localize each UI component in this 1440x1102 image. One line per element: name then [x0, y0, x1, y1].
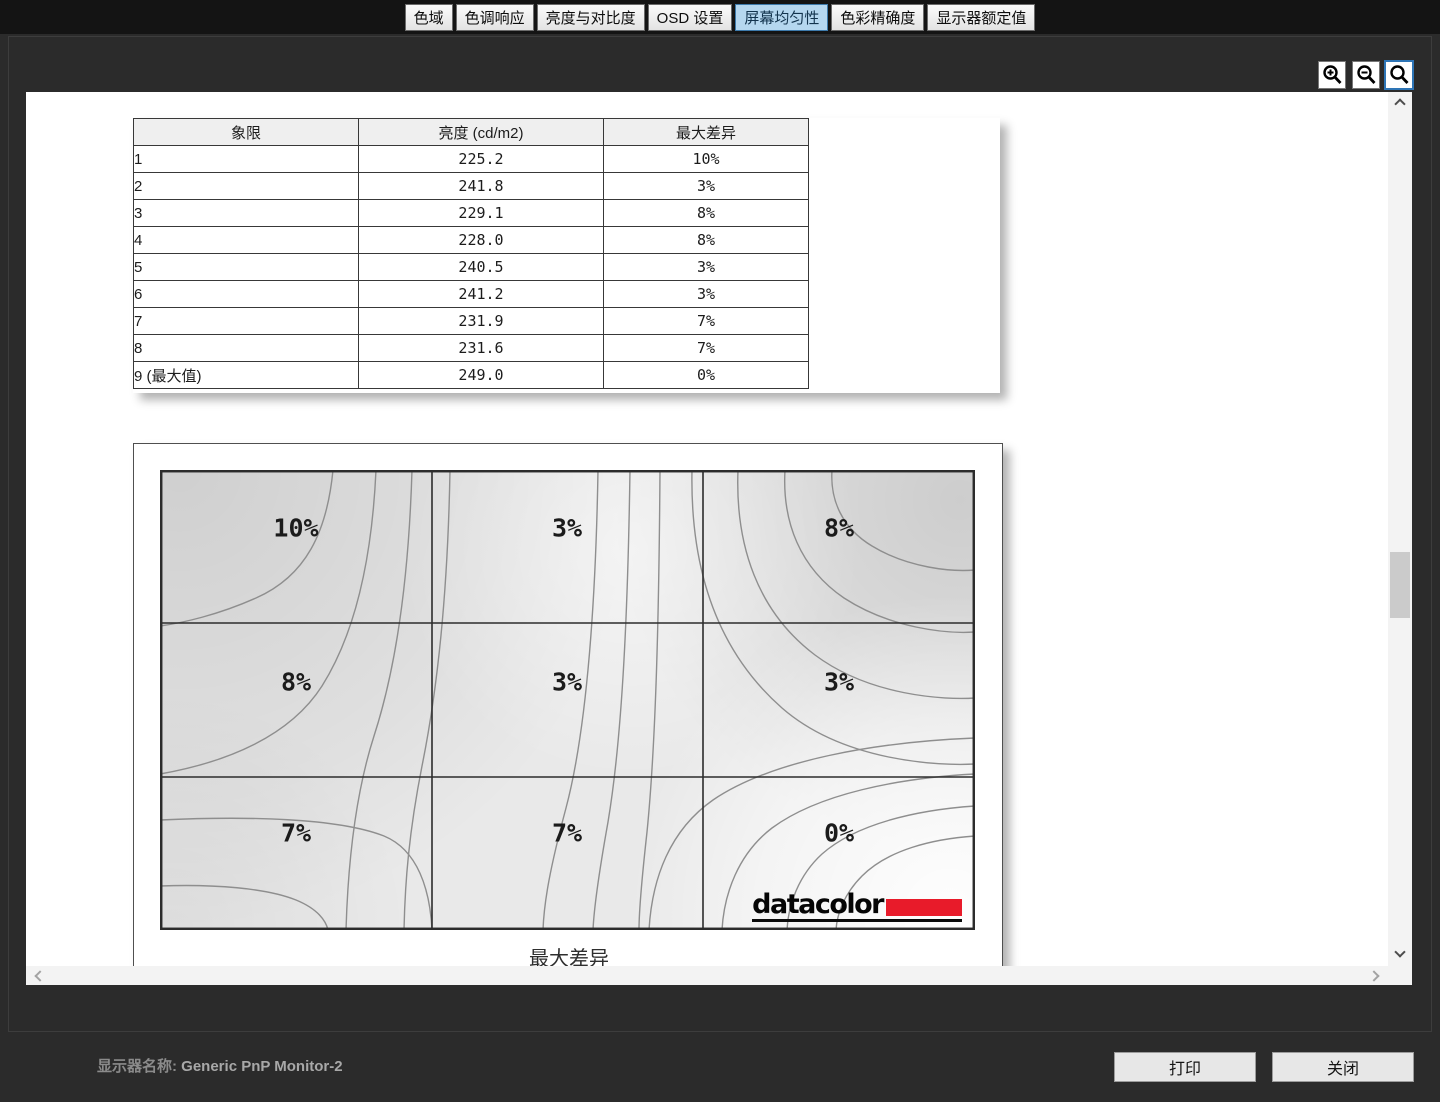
- tab-tone-response[interactable]: 色调响应: [456, 4, 534, 31]
- quadrant-cell: 4: [134, 227, 359, 254]
- difference-cell: 8%: [604, 200, 809, 227]
- datacolor-logo: datacolor: [752, 894, 962, 922]
- scroll-up-button[interactable]: [1388, 96, 1412, 112]
- tab-brightness-contrast[interactable]: 亮度与对比度: [537, 4, 645, 31]
- uniformity-table-card: 象限 亮度 (cd/m2) 最大差异 1225.210% 2241.83% 32…: [133, 118, 1000, 393]
- luminance-cell: 231.9: [359, 308, 604, 335]
- vertical-scrollbar[interactable]: [1388, 92, 1412, 966]
- table-row: 1225.210%: [134, 146, 809, 173]
- luminance-cell: 240.5: [359, 254, 604, 281]
- quadrant-cell: 8: [134, 335, 359, 362]
- cell-difference-label: 0%: [824, 819, 854, 848]
- report-viewport: 象限 亮度 (cd/m2) 最大差异 1225.210% 2241.83% 32…: [26, 92, 1388, 966]
- cell-difference-label: 10%: [273, 514, 318, 543]
- difference-cell: 10%: [604, 146, 809, 173]
- cell-difference-label: 8%: [281, 668, 311, 697]
- cell-difference-label: 7%: [281, 819, 311, 848]
- vertical-scrollbar-thumb[interactable]: [1390, 552, 1410, 618]
- tab-color-gamut[interactable]: 色域: [405, 4, 453, 31]
- cell-difference-label: 3%: [824, 668, 854, 697]
- cell-difference-label: 8%: [824, 514, 854, 543]
- cell-difference-label: 3%: [552, 514, 582, 543]
- table-row: 6241.23%: [134, 281, 809, 308]
- uniformity-table: 象限 亮度 (cd/m2) 最大差异 1225.210% 2241.83% 32…: [133, 118, 809, 389]
- tab-label: 亮度与对比度: [546, 7, 636, 28]
- quadrant-cell: 5: [134, 254, 359, 281]
- scroll-down-button[interactable]: [1388, 944, 1412, 960]
- difference-cell: 8%: [604, 227, 809, 254]
- difference-cell: 3%: [604, 173, 809, 200]
- tab-screen-uniformity[interactable]: 屏幕均匀性: [735, 4, 828, 31]
- luminance-cell: 249.0: [359, 362, 604, 389]
- col-header-quadrant: 象限: [134, 119, 359, 146]
- difference-cell: 7%: [604, 308, 809, 335]
- horizontal-scrollbar[interactable]: [26, 966, 1388, 985]
- chevron-up-icon: [1394, 98, 1405, 109]
- print-button[interactable]: 打印: [1114, 1052, 1256, 1082]
- table-row: 9 (最大值)249.00%: [134, 362, 809, 389]
- tab-color-accuracy[interactable]: 色彩精确度: [831, 4, 924, 31]
- tab-bar: 色域 色调响应 亮度与对比度 OSD 设置 屏幕均匀性 色彩精确度 显示器额定值: [0, 0, 1440, 34]
- luminance-cell: 241.8: [359, 173, 604, 200]
- quadrant-cell: 9 (最大值): [134, 362, 359, 389]
- luminance-cell: 225.2: [359, 146, 604, 173]
- tab-label: 屏幕均匀性: [744, 7, 819, 28]
- close-button-label: 关闭: [1327, 1055, 1359, 1079]
- tab-label: 显示器额定值: [936, 7, 1026, 28]
- datacolor-logo-text: datacolor: [752, 894, 883, 917]
- uniformity-map-card: 10% 3% 8% 8% 3% 3% 7% 7% 0% datacolor 最大…: [133, 443, 1003, 966]
- table-row: 5240.53%: [134, 254, 809, 281]
- zoom-in-button[interactable]: [1318, 61, 1346, 89]
- monitor-name-value: Generic PnP Monitor-2: [181, 1058, 342, 1075]
- col-header-difference: 最大差异: [604, 119, 809, 146]
- print-button-label: 打印: [1169, 1055, 1201, 1079]
- difference-cell: 3%: [604, 254, 809, 281]
- plot-caption: 最大差异: [134, 942, 1004, 966]
- tab-osd-settings[interactable]: OSD 设置: [648, 4, 733, 31]
- monitor-name-text: 显示器名称: Generic PnP Monitor-2: [97, 1055, 343, 1076]
- table-row: 4228.08%: [134, 227, 809, 254]
- app-window: 色域 色调响应 亮度与对比度 OSD 设置 屏幕均匀性 色彩精确度 显示器额定值: [0, 0, 1440, 1102]
- luminance-cell: 241.2: [359, 281, 604, 308]
- tab-label: 色域: [414, 7, 444, 28]
- scroll-right-button[interactable]: [1366, 966, 1382, 985]
- table-row: 2241.83%: [134, 173, 809, 200]
- zoom-out-button[interactable]: [1352, 61, 1380, 89]
- close-button[interactable]: 关闭: [1272, 1052, 1414, 1082]
- quadrant-cell: 7: [134, 308, 359, 335]
- luminance-cell: 231.6: [359, 335, 604, 362]
- col-header-luminance: 亮度 (cd/m2): [359, 119, 604, 146]
- uniformity-contour-plot: 10% 3% 8% 8% 3% 3% 7% 7% 0% datacolor: [160, 470, 975, 930]
- table-header-row: 象限 亮度 (cd/m2) 最大差异: [134, 119, 809, 146]
- luminance-cell: 229.1: [359, 200, 604, 227]
- magnifier-minus-icon: [1355, 64, 1377, 86]
- chevron-right-icon: [1368, 970, 1379, 981]
- tab-label: 色彩精确度: [840, 7, 915, 28]
- magnifier-icon: [1388, 64, 1410, 86]
- scroll-left-button[interactable]: [32, 966, 48, 985]
- table-row: 7231.97%: [134, 308, 809, 335]
- difference-cell: 7%: [604, 335, 809, 362]
- tab-label: OSD 设置: [657, 7, 724, 28]
- tab-label: 色调响应: [465, 7, 525, 28]
- quadrant-cell: 6: [134, 281, 359, 308]
- difference-cell: 0%: [604, 362, 809, 389]
- quadrant-cell: 3: [134, 200, 359, 227]
- quadrant-cell: 1: [134, 146, 359, 173]
- table-row: 8231.67%: [134, 335, 809, 362]
- monitor-name-label: 显示器名称:: [97, 1058, 177, 1075]
- table-row: 3229.18%: [134, 200, 809, 227]
- quadrant-cell: 2: [134, 173, 359, 200]
- luminance-cell: 228.0: [359, 227, 604, 254]
- zoom-mode-button[interactable]: [1384, 60, 1414, 90]
- scrollbar-corner: [1388, 966, 1412, 985]
- chevron-left-icon: [34, 970, 45, 981]
- tab-monitor-rating[interactable]: 显示器额定值: [927, 4, 1035, 31]
- cell-difference-label: 3%: [552, 668, 582, 697]
- datacolor-logo-red-bar: [886, 899, 962, 916]
- magnifier-plus-icon: [1321, 64, 1343, 86]
- cell-difference-label: 7%: [552, 819, 582, 848]
- difference-cell: 3%: [604, 281, 809, 308]
- chevron-down-icon: [1394, 946, 1405, 957]
